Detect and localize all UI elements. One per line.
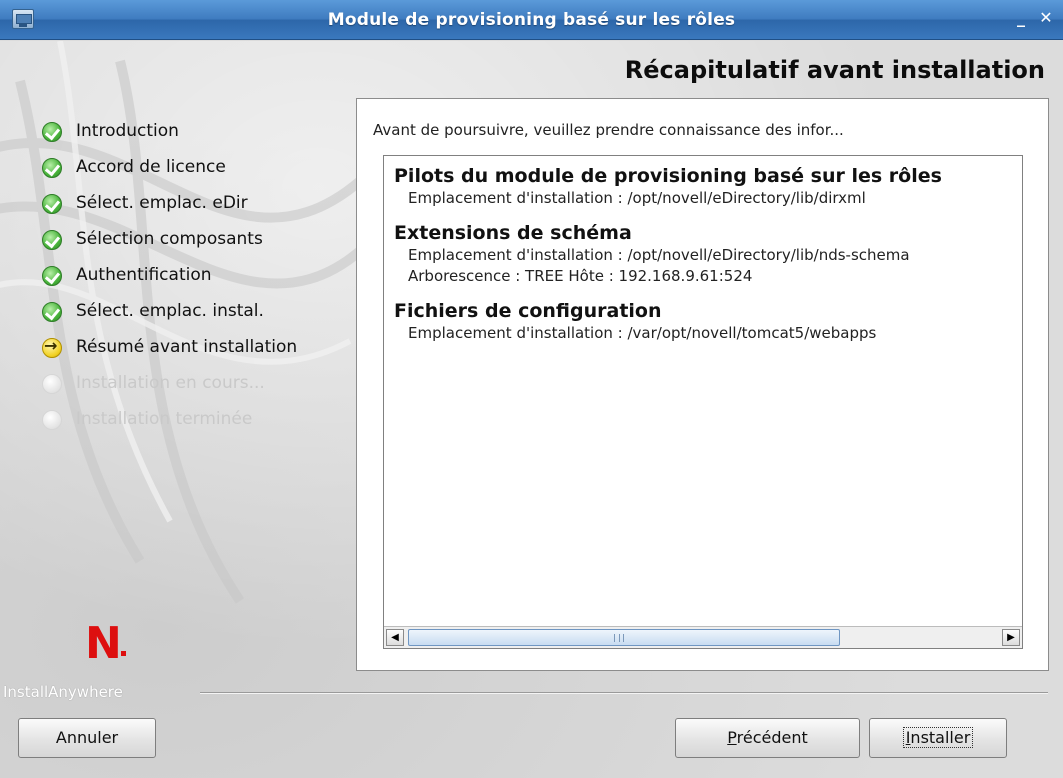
step-label: Introduction (76, 121, 179, 141)
section-line: Emplacement d'installation : /opt/novell… (408, 189, 866, 207)
step-install-location: Sélect. emplac. instal. (40, 298, 297, 334)
check-icon (42, 194, 62, 214)
installanywhere-brand: InstallAnywhere (3, 683, 123, 701)
section-schema: Extensions de schéma Emplacement d'insta… (394, 221, 1022, 287)
section-line: Arborescence : TREE Hôte : 192.168.9.61:… (408, 267, 753, 285)
step-introduction: Introduction (40, 118, 297, 154)
step-license: Accord de licence (40, 154, 297, 190)
section-line: Emplacement d'installation : /opt/novell… (408, 246, 910, 264)
check-icon (42, 230, 62, 250)
step-label: Installation terminée (76, 409, 253, 429)
focus-ring: Installer (902, 727, 974, 748)
button-label-rest: nstaller (910, 728, 971, 747)
step-installing: Installation en cours... (40, 370, 297, 406)
title-bar: Module de provisioning basé sur les rôle… (0, 0, 1063, 40)
scrollbar-thumb[interactable] (408, 629, 840, 646)
installation-steps: Introduction Accord de licence Sélect. e… (40, 118, 297, 442)
check-icon (42, 266, 62, 286)
step-label: Sélect. emplac. instal. (76, 301, 264, 321)
window-title: Module de provisioning basé sur les rôle… (327, 10, 736, 30)
section-title: Pilots du module de provisioning basé su… (394, 165, 942, 187)
section-title: Fichiers de configuration (394, 300, 662, 322)
section-line: Emplacement d'installation : /var/opt/no… (408, 324, 877, 342)
step-edir-location: Sélect. emplac. eDir (40, 190, 297, 226)
horizontal-scrollbar[interactable]: ◀ ▶ (384, 626, 1022, 648)
step-label: Sélection composants (76, 229, 263, 249)
scroll-right-icon[interactable]: ▶ (1002, 629, 1020, 646)
step-label: Authentification (76, 265, 212, 285)
intro-text: Avant de poursuivre, veuillez prendre co… (373, 121, 844, 139)
step-authentication: Authentification (40, 262, 297, 298)
previous-button[interactable]: Précédent (675, 718, 860, 758)
mnemonic-letter: P (727, 728, 737, 747)
step-finished: Installation terminée (40, 406, 297, 442)
page-title: Récapitulatif avant installation (624, 56, 1045, 84)
section-drivers: Pilots du module de provisioning basé su… (394, 164, 1022, 209)
check-icon (42, 158, 62, 178)
minimize-button[interactable]: _ (1012, 8, 1030, 28)
grip-icon (614, 634, 624, 642)
pending-circle-icon (42, 374, 62, 394)
cancel-button[interactable]: Annuler (18, 718, 156, 758)
logo-letter: N (85, 618, 122, 669)
novell-logo: N (85, 618, 126, 669)
summary-content: Pilots du module de provisioning basé su… (394, 164, 1022, 356)
button-label-rest: récédent (736, 728, 808, 747)
section-config: Fichiers de configuration Emplacement d'… (394, 299, 1022, 344)
step-label: Sélect. emplac. eDir (76, 193, 248, 213)
section-title: Extensions de schéma (394, 222, 632, 244)
step-label: Accord de licence (76, 157, 226, 177)
summary-panel: Avant de poursuivre, veuillez prendre co… (356, 98, 1049, 671)
install-button[interactable]: Installer (869, 718, 1007, 758)
step-components: Sélection composants (40, 226, 297, 262)
step-label: Résumé avant installation (76, 337, 298, 357)
scroll-left-icon[interactable]: ◀ (386, 629, 404, 646)
close-button[interactable]: ✕ (1037, 8, 1055, 28)
step-summary: Résumé avant installation (40, 334, 297, 370)
pending-circle-icon (42, 410, 62, 430)
check-icon (42, 122, 62, 142)
arrow-right-icon (42, 336, 62, 358)
summary-text-area[interactable]: Pilots du module de provisioning basé su… (383, 155, 1023, 649)
footer-separator (200, 692, 1048, 694)
step-label: Installation en cours... (76, 373, 265, 393)
check-icon (42, 302, 62, 322)
logo-dot (121, 651, 126, 656)
